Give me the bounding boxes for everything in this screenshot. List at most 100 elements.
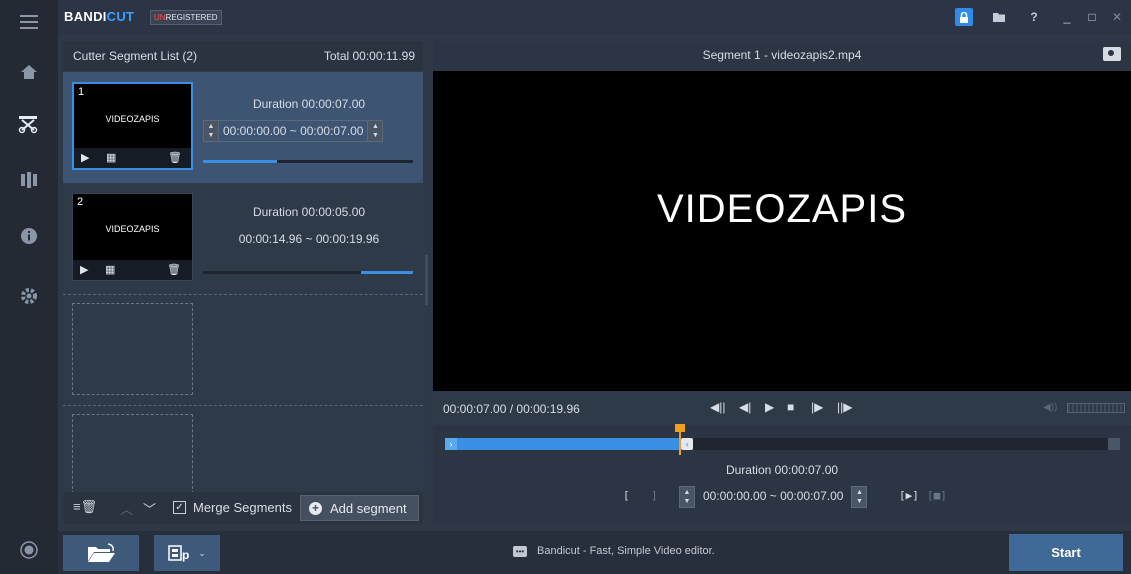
thumbnail-toolbar: ▶ ▦ 🗑 bbox=[73, 260, 192, 280]
step-forward-icon[interactable]: |▶ bbox=[811, 400, 823, 414]
end-spinner[interactable]: ▲ ▼ bbox=[851, 486, 868, 508]
video-format-icon: p bbox=[168, 545, 190, 562]
home-icon[interactable] bbox=[0, 52, 58, 92]
menu-icon[interactable] bbox=[0, 2, 58, 42]
grid-icon[interactable]: ▦ bbox=[105, 263, 115, 276]
set-start-icon[interactable]: [ bbox=[623, 489, 630, 502]
set-end-icon[interactable]: ] bbox=[651, 489, 658, 502]
unregistered-badge[interactable]: UNREGISTERED bbox=[150, 10, 222, 25]
timeline: › ‹ Duration 00:00:07.00 [ ] ▲ ▼ 00:00:00… bbox=[433, 424, 1131, 524]
info-icon[interactable] bbox=[0, 216, 58, 256]
merge-segments-checkbox[interactable]: ✓ bbox=[173, 501, 186, 514]
thumbnail-toolbar: ▶ ▦ 🗑 bbox=[74, 148, 191, 168]
playback-controls: 00:00:07.00 / 00:00:19.96 ◀|| ◀| ▶ ■ |▶ … bbox=[433, 391, 1131, 425]
timeline-range-editor[interactable]: ▲ ▼ 00:00:00.00 ~ 00:00:07.00 ▲ ▼ bbox=[679, 485, 868, 509]
merge-segments-label[interactable]: Merge Segments bbox=[193, 500, 292, 515]
segment-total-duration: Total 00:00:11.99 bbox=[323, 49, 415, 63]
start-spinner[interactable]: ▲ ▼ bbox=[203, 120, 219, 142]
segment-list-header: Cutter Segment List (2) Total 00:00:11.9… bbox=[63, 41, 423, 71]
end-handle[interactable]: ‹ bbox=[681, 438, 694, 450]
output-format-button[interactable]: p ⌄ bbox=[154, 535, 220, 571]
segment-list-title: Cutter Segment List (2) bbox=[73, 49, 198, 63]
segment-duration: Duration 00:00:05.00 bbox=[252, 205, 366, 219]
app-logo: BANDICUT bbox=[64, 9, 135, 24]
open-folder-icon bbox=[88, 543, 115, 562]
volume-icon[interactable]: ◀)) bbox=[1043, 402, 1057, 413]
open-file-button[interactable] bbox=[63, 535, 139, 571]
segment-range-editor[interactable]: ▲ ▼ 00:00:00.00 ~ 00:00:07.00 ▲ ▼ bbox=[203, 119, 384, 143]
preview-panel: Segment 1 - videozapis2.mp4 VIDEOZAPIS 0… bbox=[433, 41, 1131, 524]
stop-icon[interactable]: ■ bbox=[787, 400, 794, 414]
move-down-icon[interactable]: ﹀ bbox=[143, 499, 156, 518]
start-button[interactable]: Start bbox=[1009, 534, 1123, 571]
next-segment-icon[interactable]: ||▶ bbox=[837, 400, 852, 414]
step-back-icon[interactable]: ◀| bbox=[739, 400, 751, 414]
left-rail bbox=[0, 0, 58, 574]
segment-progress bbox=[203, 271, 413, 274]
status-bar: ••• Bandicut - Fast, Simple Video editor… bbox=[513, 545, 715, 557]
segment-range: 00:00:14.96 ~ 00:00:19.96 bbox=[238, 232, 380, 246]
minimize-button[interactable]: _ bbox=[1058, 8, 1076, 26]
playhead[interactable] bbox=[675, 424, 686, 455]
play-icon[interactable]: ▶ bbox=[81, 151, 89, 164]
camera-snapshot-icon[interactable] bbox=[1103, 47, 1121, 61]
settings-gear-icon[interactable] bbox=[0, 276, 58, 316]
add-segment-button[interactable]: + Add segment bbox=[300, 495, 419, 521]
segment-thumbnail[interactable]: 2 VIDEOZAPIS ▶ ▦ 🗑 bbox=[72, 193, 193, 281]
segment-number: 1 bbox=[78, 86, 85, 98]
timeline-range[interactable]: 00:00:00.00 ~ 00:00:07.00 bbox=[695, 486, 851, 508]
segment-list-footer: ≡🗑 ︿ ﹀ ✓ Merge Segments + Add segment bbox=[63, 492, 423, 524]
video-frame-text: VIDEOZAPIS bbox=[656, 187, 908, 231]
stop-selection-icon[interactable]: [■] bbox=[927, 489, 947, 502]
volume-slider[interactable] bbox=[1067, 403, 1125, 413]
list-delete-icon[interactable]: ≡🗑 bbox=[73, 499, 97, 515]
segment-progress bbox=[203, 160, 413, 163]
lock-icon[interactable] bbox=[955, 8, 973, 26]
end-spinner[interactable]: ▲ ▼ bbox=[367, 120, 384, 142]
empty-segment-slot bbox=[63, 294, 423, 405]
play-icon[interactable]: ▶ bbox=[765, 400, 774, 414]
move-up-icon[interactable]: ︿ bbox=[120, 499, 133, 518]
panel-splitter[interactable] bbox=[425, 255, 428, 305]
video-preview[interactable]: VIDEOZAPIS bbox=[433, 71, 1131, 391]
segment-range[interactable]: 00:00:00.00 ~ 00:00:07.00 bbox=[219, 120, 368, 142]
segment-list-panel: Cutter Segment List (2) Total 00:00:11.9… bbox=[63, 41, 423, 524]
play-icon[interactable]: ▶ bbox=[80, 263, 88, 276]
empty-thumbnail bbox=[72, 414, 193, 494]
track-end-handle[interactable] bbox=[1108, 438, 1120, 450]
status-text: Bandicut - Fast, Simple Video editor. bbox=[537, 545, 715, 557]
chat-icon: ••• bbox=[513, 545, 527, 557]
add-segment-label: Add segment bbox=[330, 500, 407, 516]
segment-item[interactable]: 1 VIDEOZAPIS ▶ ▦ 🗑 Duration 00:00:07.00 … bbox=[63, 72, 423, 183]
empty-thumbnail bbox=[72, 303, 193, 395]
segment-item[interactable]: 2 VIDEOZAPIS ▶ ▦ 🗑 Duration 00:00:05.00 … bbox=[63, 183, 423, 294]
segment-thumbnail[interactable]: 1 VIDEOZAPIS ▶ ▦ 🗑 bbox=[72, 82, 193, 170]
segment-duration: Duration 00:00:07.00 bbox=[252, 97, 366, 111]
cutter-icon[interactable] bbox=[0, 104, 58, 144]
joiner-icon[interactable] bbox=[0, 160, 58, 200]
close-button[interactable]: ✕ bbox=[1108, 8, 1126, 26]
trash-icon[interactable]: 🗑 bbox=[167, 263, 181, 276]
timeline-track[interactable] bbox=[445, 438, 1120, 450]
maximize-button[interactable]: □ bbox=[1083, 8, 1101, 26]
title-bar: BANDICUT UNREGISTERED ? _ □ ✕ bbox=[58, 0, 1131, 34]
play-selection-icon[interactable]: [▶] bbox=[899, 489, 919, 502]
start-spinner[interactable]: ▲ ▼ bbox=[679, 486, 695, 508]
plus-icon: + bbox=[309, 501, 322, 515]
trash-icon[interactable]: 🗑 bbox=[168, 151, 182, 164]
empty-segment-slot bbox=[63, 405, 423, 494]
playback-time: 00:00:07.00 / 00:00:19.96 bbox=[443, 402, 580, 416]
dropdown-chevron-icon[interactable]: ⌄ bbox=[198, 548, 206, 559]
thumbnail-title: VIDEOZAPIS bbox=[105, 114, 160, 124]
preview-title: Segment 1 - videozapis2.mp4 bbox=[433, 41, 1131, 71]
thumbnail-title: VIDEOZAPIS bbox=[105, 224, 160, 234]
prev-segment-icon[interactable]: ◀|| bbox=[710, 400, 725, 414]
timeline-duration: Duration 00:00:07.00 bbox=[725, 463, 839, 477]
bottom-bar: p ⌄ ••• Bandicut - Fast, Simple Video ed… bbox=[58, 531, 1131, 574]
grid-icon[interactable]: ▦ bbox=[106, 151, 116, 164]
start-handle[interactable]: › bbox=[445, 438, 457, 450]
folder-icon[interactable] bbox=[990, 8, 1008, 26]
help-button[interactable]: ? bbox=[1025, 8, 1043, 26]
segment-number: 2 bbox=[77, 196, 84, 208]
record-icon[interactable] bbox=[0, 530, 58, 570]
